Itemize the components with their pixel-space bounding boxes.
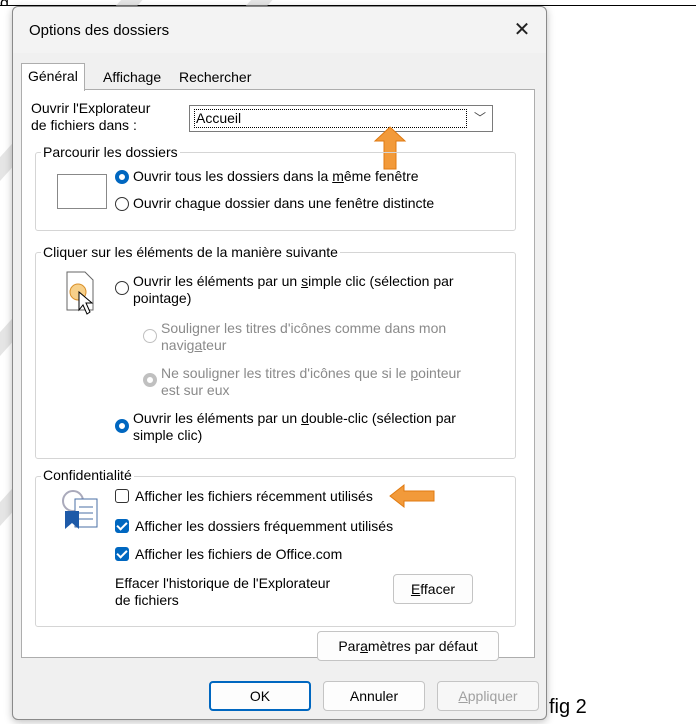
orange-left-arrow-icon xyxy=(389,483,435,509)
underline-browser-label: Souligner les titres d'icônes comme dans… xyxy=(161,320,447,353)
recent-files-label: Afficher les fichiers récemment utilisés xyxy=(135,488,373,504)
checkbox-recent-files[interactable] xyxy=(115,489,129,503)
tab-view[interactable]: Affichage xyxy=(97,65,168,90)
frequent-folders-label: Afficher les dossiers fréquemment utilis… xyxy=(135,518,394,534)
apply-button[interactable]: Appliquer xyxy=(437,681,539,711)
privacy-files-icon xyxy=(62,490,98,529)
open-in-value: Accueil xyxy=(194,109,467,128)
dialog-title: Options des dossiers xyxy=(29,22,170,39)
radio-underline-browser[interactable] xyxy=(143,329,157,343)
underline-hover-label: Ne souligner les titres d'icônes que si … xyxy=(161,365,461,398)
radio-single-click[interactable] xyxy=(115,281,129,295)
close-button[interactable]: ✕ xyxy=(507,15,537,45)
window-preview-icon xyxy=(57,174,107,209)
title-bar: Options des dossiers ✕ xyxy=(13,7,546,53)
tab-search[interactable]: Rechercher xyxy=(173,65,258,90)
same-window-label: Ouvrir tous les dossiers dans la même fe… xyxy=(133,168,419,184)
checkbox-office-files[interactable] xyxy=(115,547,129,561)
separate-window-label: Ouvrir chaque dossier dans une fenêtre d… xyxy=(133,195,435,211)
open-in-label: Ouvrir l'Explorateur de fichiers dans : xyxy=(31,100,151,133)
open-in-select[interactable]: Accueil ﹀ xyxy=(189,105,493,132)
checkbox-frequent-folders[interactable] xyxy=(115,519,129,533)
pointer-click-icon xyxy=(66,271,94,315)
radio-same-window[interactable] xyxy=(115,170,129,184)
double-click-label: Ouvrir les éléments par un double-clic (… xyxy=(133,410,456,443)
restore-defaults-button[interactable]: Paramètres par défaut xyxy=(317,631,499,661)
tab-general[interactable]: Général xyxy=(21,63,85,91)
cut-off-text: g xyxy=(0,0,9,6)
folder-options-dialog: Options des dossiers ✕ Général Affichage… xyxy=(12,6,547,720)
chevron-down-icon: ﹀ xyxy=(473,111,486,125)
clear-history-button[interactable]: Effacer xyxy=(393,574,473,604)
close-icon: ✕ xyxy=(513,19,531,41)
radio-separate-window[interactable] xyxy=(115,197,129,211)
browse-folders-group xyxy=(35,152,516,231)
ok-button[interactable]: OK xyxy=(209,681,311,711)
figure-caption: fig 2 xyxy=(549,696,587,718)
office-files-label: Afficher les fichiers de Office.com xyxy=(135,546,343,562)
clear-history-label: Effacer l'historique de l'Explorateur de… xyxy=(115,575,331,608)
radio-underline-hover[interactable] xyxy=(143,373,157,387)
radio-double-click[interactable] xyxy=(115,419,129,433)
single-click-label: Ouvrir les éléments par un simple clic (… xyxy=(133,273,454,306)
click-items-legend: Cliquer sur les éléments de la manière s… xyxy=(41,244,340,260)
cancel-button[interactable]: Annuler xyxy=(323,681,425,711)
browse-folders-legend: Parcourir les dossiers xyxy=(41,144,180,160)
privacy-legend: Confidentialité xyxy=(41,467,134,483)
